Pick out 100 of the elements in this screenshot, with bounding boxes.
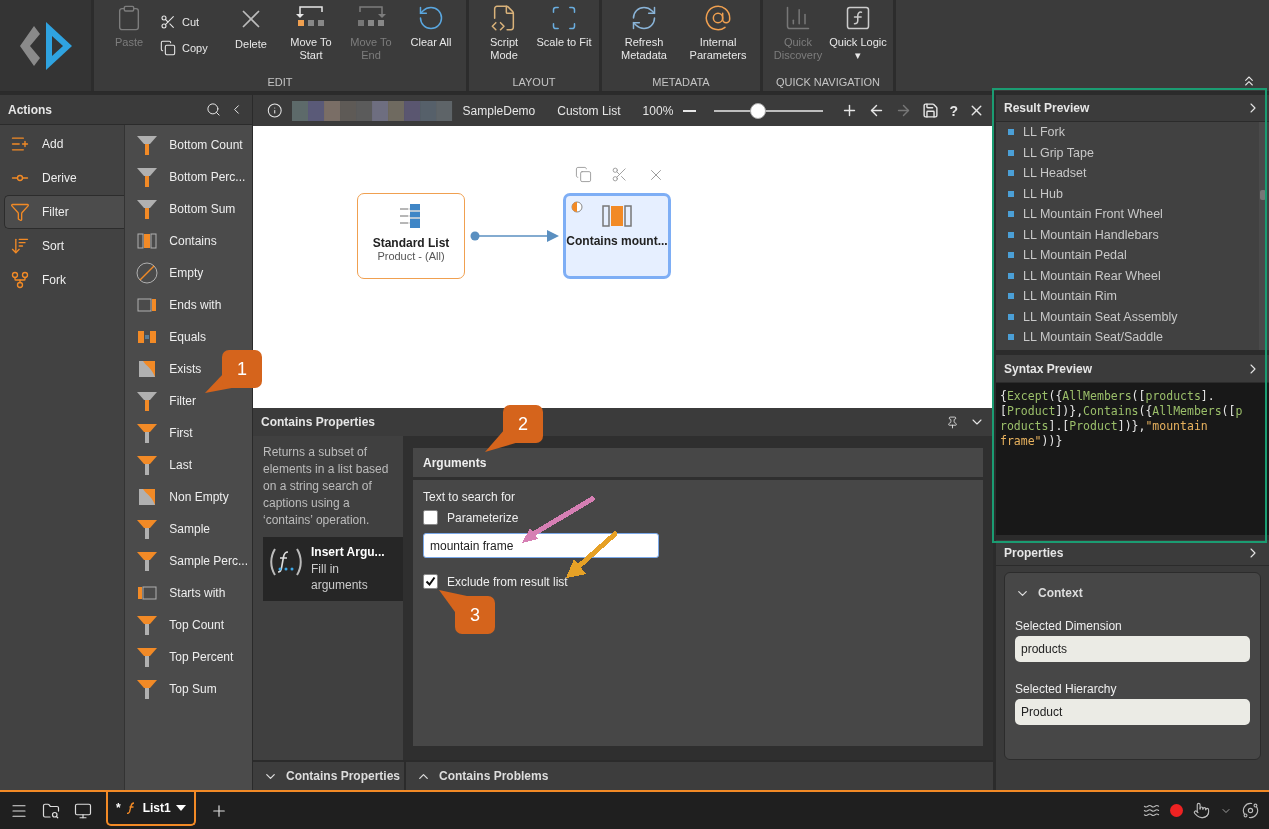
- report-title: SampleDemo: [462, 103, 536, 118]
- ribbon-button[interactable]: Cut: [160, 12, 220, 32]
- action-item[interactable]: Top Count: [125, 609, 228, 641]
- result-item: LL Mountain Rear Wheel: [1008, 265, 1269, 286]
- scissors-icon: [160, 14, 176, 30]
- slider-thumb[interactable]: [749, 102, 766, 119]
- view-title: Custom List: [557, 103, 621, 118]
- result-item: LL Mountain Seat Assembly: [1008, 306, 1269, 327]
- result-item: LL Mountain Rim: [1008, 286, 1269, 307]
- panel-tab[interactable]: Contains Properties: [253, 762, 404, 790]
- action-item[interactable]: Sample Perc...: [125, 545, 252, 577]
- waves-icon[interactable]: [1143, 802, 1160, 819]
- readonly-field[interactable]: products: [1015, 636, 1250, 662]
- node-title: Contains mount...: [566, 234, 668, 248]
- action-icon: [135, 549, 160, 573]
- action-item[interactable]: Ends with: [125, 289, 226, 321]
- callout-badge: 2: [483, 403, 545, 455]
- action-item[interactable]: Sample: [125, 513, 214, 545]
- action-icon: [135, 389, 160, 413]
- field-label: Text to search for: [423, 490, 517, 504]
- sort-icon: [10, 236, 30, 256]
- action-item[interactable]: Top Sum: [125, 673, 221, 705]
- ribbon-button[interactable]: Move To Start: [282, 4, 340, 72]
- group-label: QUICK NAVIGATION: [774, 75, 882, 90]
- action-item[interactable]: Last: [125, 449, 196, 481]
- zoom-value: 100%: [642, 103, 674, 118]
- action-item[interactable]: Bottom Count: [125, 129, 247, 161]
- save-button[interactable]: [922, 102, 940, 119]
- action-item[interactable]: Starts with: [125, 577, 230, 609]
- status-icon: [571, 201, 583, 213]
- help-button[interactable]: ?: [949, 102, 958, 119]
- action-icon: [135, 421, 160, 445]
- action-icon: [135, 453, 160, 477]
- fork-icon: [10, 270, 30, 290]
- action-icon: [135, 133, 160, 157]
- ribbon-button[interactable]: Refresh Metadata: [608, 4, 680, 72]
- info-icon[interactable]: [267, 102, 283, 119]
- file-tab[interactable]: * List1: [106, 791, 196, 826]
- field-label: Selected Dimension: [1015, 619, 1123, 633]
- action-item[interactable]: First: [125, 417, 197, 449]
- action-category[interactable]: Add: [0, 127, 125, 161]
- field-label: Selected Hierarchy: [1015, 682, 1118, 696]
- action-item[interactable]: Top Percent: [125, 641, 238, 673]
- syntax-code: {Except({AllMembers([products]. [Product])},Contains({AllMembers([p roducts].[Product])},"mountain frame"))}: [996, 383, 1269, 535]
- node-title: Standard List: [372, 236, 450, 250]
- flow-node[interactable]: Standard List Product - (All): [357, 193, 465, 279]
- search-text-field[interactable]: mountain frame: [423, 533, 659, 558]
- notification-dot: [1170, 804, 1183, 817]
- fit-icon: [550, 4, 578, 32]
- chart-icon: [784, 4, 812, 32]
- spiral-icon[interactable]: [1242, 802, 1259, 819]
- action-item[interactable]: Filter: [125, 385, 200, 417]
- ribbon-button[interactable]: Clear All: [402, 4, 460, 72]
- group-label: METADATA: [651, 75, 711, 90]
- action-category[interactable]: Sort: [0, 229, 125, 263]
- action-category[interactable]: Fork: [0, 263, 125, 297]
- result-item: LL Hub: [1008, 183, 1269, 204]
- pin-icon[interactable]: [946, 415, 959, 429]
- refresh-icon: [630, 4, 658, 32]
- ribbon-button[interactable]: Scale to Fit: [535, 4, 593, 72]
- result-item: LL Mountain Seat/Saddle: [1008, 327, 1269, 348]
- action-item[interactable]: Bottom Perc...: [125, 161, 250, 193]
- action-item[interactable]: Non Empty: [125, 481, 233, 513]
- action-item[interactable]: Bottom Sum: [125, 193, 240, 225]
- at-sign-icon: [704, 4, 732, 32]
- section-toggle[interactable]: Context: [1015, 579, 1250, 607]
- zoom-out-button[interactable]: [683, 109, 697, 112]
- checkbox[interactable]: [423, 574, 438, 589]
- panel-title: Actions: [8, 102, 52, 117]
- result-item: LL Headset: [1008, 163, 1269, 184]
- checkbox[interactable]: [423, 510, 438, 525]
- step-card[interactable]: Insert Argu... Fill in arguments: [263, 537, 403, 601]
- action-category[interactable]: Filter: [4, 195, 125, 229]
- group-label: EDIT: [266, 75, 294, 90]
- action-category[interactable]: Derive: [0, 161, 125, 195]
- panel-title: Contains Properties: [261, 415, 376, 429]
- panel-title: Result Preview: [1004, 101, 1090, 115]
- scrollbar[interactable]: [1259, 122, 1267, 350]
- monitor-icon[interactable]: [74, 801, 92, 820]
- node-subtitle: Product - (All): [377, 250, 445, 262]
- scissors-icon[interactable]: [611, 166, 628, 183]
- action-item[interactable]: Exists: [125, 353, 206, 385]
- action-icon: [135, 613, 160, 637]
- ribbon-button[interactable]: Quick Logic ▾: [829, 4, 887, 72]
- ribbon-button[interactable]: Internal Parameters: [682, 4, 754, 72]
- folder-search-icon[interactable]: [42, 801, 60, 820]
- readonly-field[interactable]: Product: [1015, 699, 1250, 725]
- undo-circle-icon: [417, 4, 445, 32]
- result-item: LL Mountain Handlebars: [1008, 224, 1269, 245]
- search-icon[interactable]: [206, 102, 221, 117]
- result-item: LL Grip Tape: [1008, 142, 1269, 163]
- action-icon: [135, 165, 160, 189]
- ribbon-button[interactable]: Script Mode: [475, 4, 533, 72]
- panel-tab[interactable]: Contains Problems: [406, 762, 993, 790]
- ribbon-button[interactable]: Delete: [222, 4, 280, 72]
- section-header: Arguments: [413, 448, 983, 477]
- action-item[interactable]: Empty: [125, 257, 208, 289]
- action-item[interactable]: Contains: [125, 225, 221, 257]
- pointer-icon[interactable]: [1193, 802, 1210, 819]
- ribbon-button[interactable]: Copy: [160, 38, 220, 58]
